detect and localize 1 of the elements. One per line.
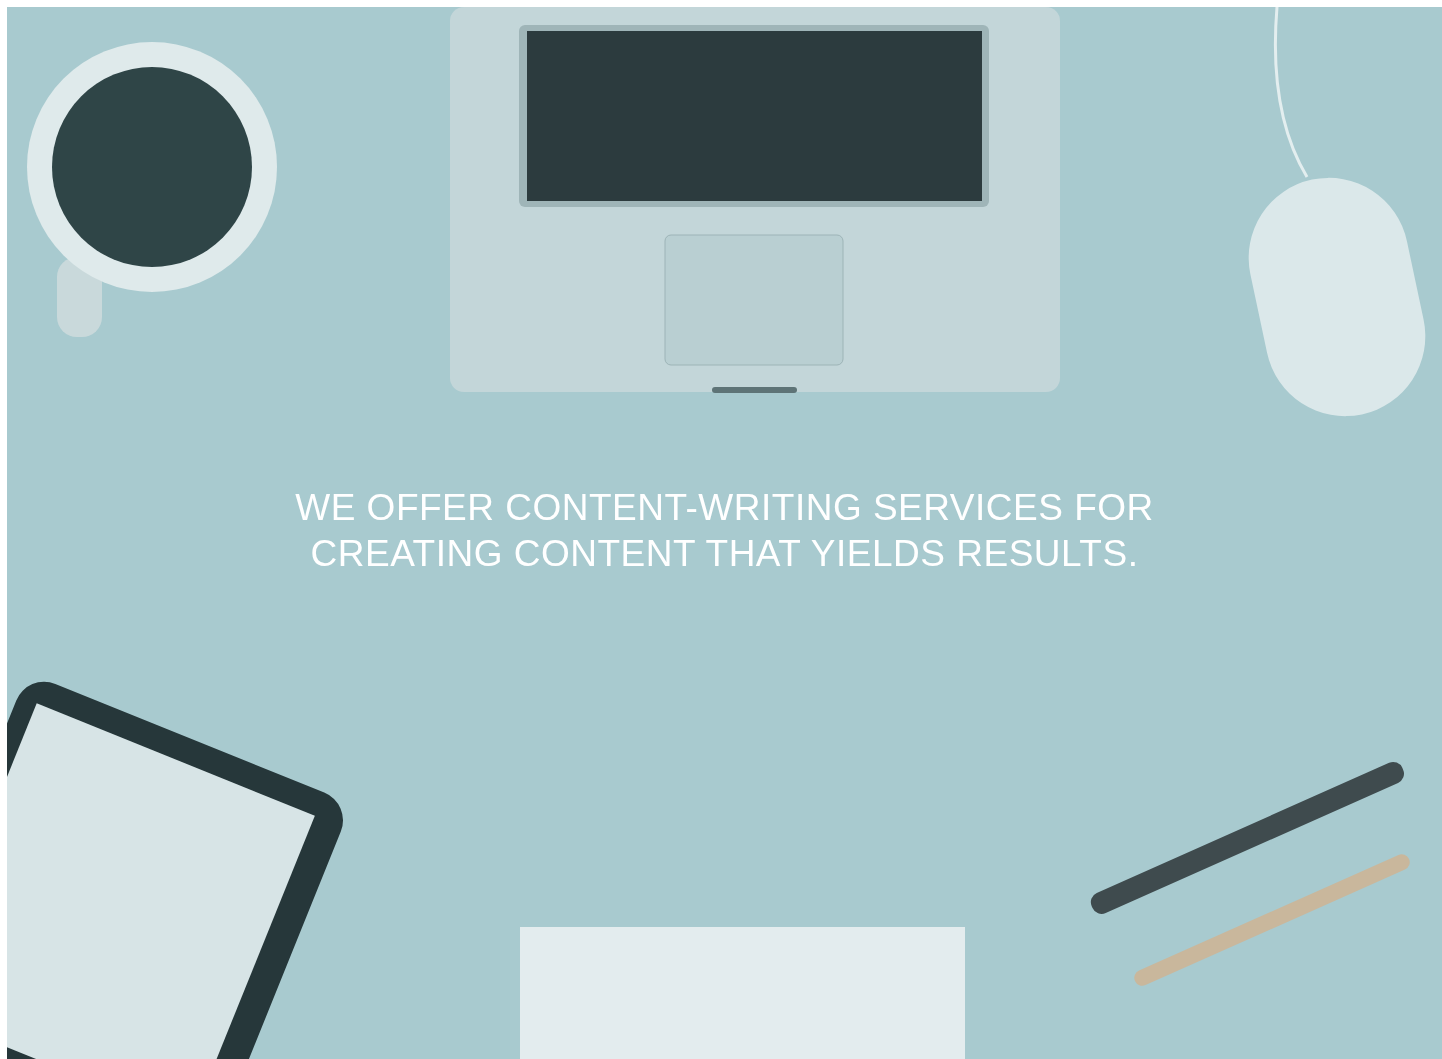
hero-headline: WE OFFER CONTENT-WRITING SERVICES FOR CREATING CONTENT THAT YIELDS RESULTS. — [294, 486, 1155, 576]
